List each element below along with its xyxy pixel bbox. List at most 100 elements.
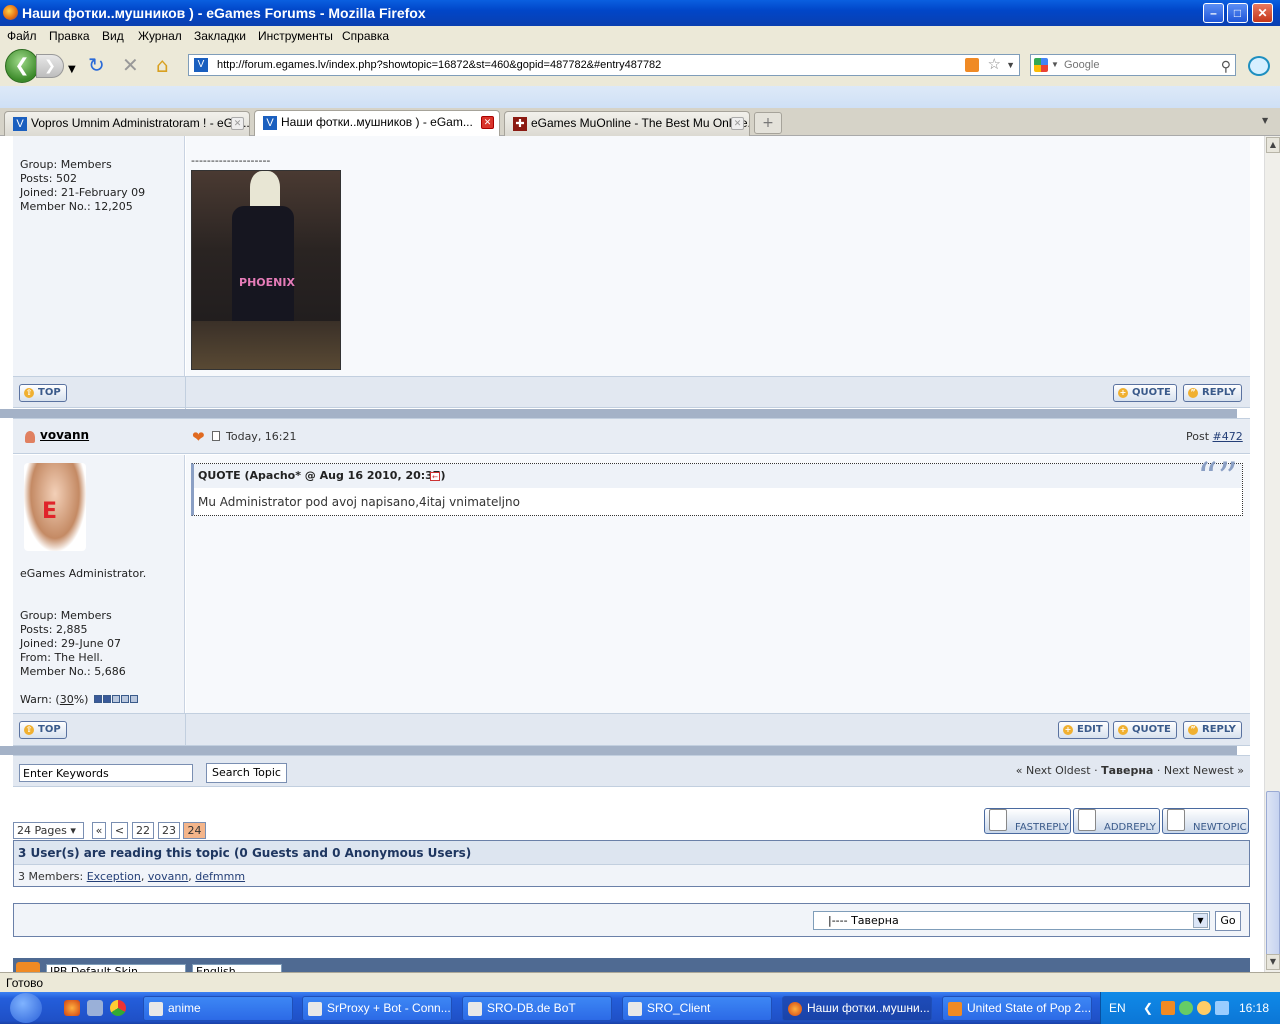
warn-value-link[interactable]: 30 [60,693,74,706]
maximize-button[interactable]: □ [1227,3,1248,23]
tab-forum-photos[interactable]: V Наши фотки..мушников ) - eGam... ✕ [254,110,500,137]
tab-close-icon[interactable]: ✕ [731,117,744,130]
avatar-e-logo: E [42,499,58,524]
page-first[interactable]: « [92,822,106,839]
post-2-reply-button[interactable]: ” REPLY [1183,721,1242,739]
rss-icon[interactable] [965,58,979,72]
back-button[interactable]: ❮ [5,49,39,83]
app-tray-icon[interactable] [1197,1001,1211,1015]
page-prev[interactable]: < [111,822,128,839]
post-1-quote-button[interactable]: + QUOTE [1113,384,1177,402]
tray-expand-icon[interactable]: ❮ [1143,1001,1153,1015]
vertical-scrollbar[interactable]: ▲ ▼ [1264,136,1280,972]
taskbar-item-sroclient[interactable]: SRO_Client [622,996,772,1021]
search-topic-button[interactable]: Search Topic [206,763,287,783]
quote-source-link-icon[interactable]: ← [430,472,440,481]
menu-edit[interactable]: Правка [49,29,90,43]
language-indicator[interactable]: EN [1109,1001,1126,1015]
warn-box-filled [102,695,111,703]
vlc-tray-icon[interactable] [1161,1001,1175,1015]
stop-icon[interactable]: ✕ [122,55,139,75]
forum-name-link[interactable]: Таверна [1101,764,1153,777]
menu-bookmarks[interactable]: Закладки [194,29,246,43]
chevron-down-icon[interactable]: ▼ [1193,913,1208,928]
status-text: Готово [6,976,44,990]
menu-view[interactable]: Вид [102,29,124,43]
add-reply-button[interactable]: ADDREPLY [1073,808,1160,834]
taskbar-item-srodb[interactable]: SRO-DB.de BoT [462,996,612,1021]
user-avatar[interactable]: E [24,463,86,551]
tab-vopros[interactable]: V Vopros Umnim Administratoram ! - eGa..… [4,111,250,136]
firefox-quicklaunch-icon[interactable] [64,1000,80,1016]
page-23[interactable]: 23 [158,822,180,839]
tab-muonline[interactable]: ✚ eGames MuOnline - The Best Mu Online..… [504,111,750,136]
go-button[interactable]: Go [1215,911,1241,931]
home-icon[interactable]: ⌂ [156,55,169,75]
member-link[interactable]: defmmm [195,870,245,883]
engine-dropdown-icon[interactable]: ▼ [1051,55,1059,75]
post-2-date: Today, 16:21 [226,430,297,443]
start-button[interactable] [10,993,42,1023]
post-2-quote-button[interactable]: + QUOTE [1113,721,1177,739]
quote-text: Mu Administrator pod avoj napisano,4itaj… [198,495,520,509]
new-tab-button[interactable]: + [754,112,782,134]
button-label: QUOTE [1132,387,1171,398]
member-link[interactable]: vovann [148,870,188,883]
taskbar-item-firefox[interactable]: Наши фотки..мушни... [782,996,932,1021]
display-tray-icon[interactable] [1215,1001,1229,1015]
fast-reply-button[interactable]: FASTREPLY [984,808,1071,834]
status-bar: Готово [0,972,1280,992]
pages-dropdown[interactable]: 24 Pages ▾ [13,822,84,839]
scroll-up-icon[interactable]: ▲ [1266,137,1280,153]
taskbar-label: SRO-DB.de BoT [487,1001,576,1015]
member-link[interactable]: Exception [87,870,141,883]
forward-button[interactable]: ❯ [36,54,64,78]
post-2-top-button[interactable]: ⇧ TOP [19,721,67,739]
new-topic-button[interactable]: NEWTOPIC [1162,808,1249,834]
tab-close-icon[interactable]: ✕ [231,117,244,130]
post-1-top-button[interactable]: ⇧ TOP [19,384,67,402]
post-2-username[interactable]: vovann [40,428,89,442]
post-number-link[interactable]: #472 [1213,430,1243,443]
rss-feed-icon[interactable] [16,962,40,972]
post-2-edit-button[interactable]: + EDIT [1058,721,1109,739]
url-dropdown-icon[interactable]: ▼ [1006,55,1015,75]
bookmark-star-icon[interactable]: ☆ [988,55,1001,75]
post-label: Post [1186,430,1213,443]
desktop-quicklaunch-icon[interactable] [87,1000,103,1016]
menu-file[interactable]: Файл [7,29,37,43]
url-bar[interactable]: V http://forum.egames.lv/index.php?showt… [188,54,1020,76]
skin-select[interactable]: IPB Default Skin [46,964,186,972]
next-newest-link[interactable]: Next Newest » [1164,764,1244,777]
google-icon[interactable] [1034,58,1048,72]
page-22[interactable]: 22 [132,822,154,839]
taskbar-item-anime[interactable]: anime [143,996,293,1021]
menu-tools[interactable]: Инструменты [258,29,333,43]
tab-close-icon[interactable]: ✕ [481,116,494,129]
minimize-button[interactable]: – [1203,3,1224,23]
keywords-input[interactable] [19,764,193,782]
menu-help[interactable]: Справка [342,29,389,43]
network-tray-icon[interactable] [1179,1001,1193,1015]
addon-icon[interactable] [1248,56,1270,76]
button-label: QUOTE [1132,724,1171,735]
taskbar-item-vlc[interactable]: United State of Pop 2... [942,996,1092,1021]
history-dropdown-icon[interactable]: ▼ [68,60,76,80]
shield-icon [468,1002,482,1016]
post-1-reply-button[interactable]: ” REPLY [1183,384,1242,402]
forum-jump-box: |---- Таверна ▼ Go [13,903,1250,937]
scroll-down-icon[interactable]: ▼ [1266,954,1280,970]
search-box[interactable]: ▼ ⚲ [1030,54,1236,76]
menu-history[interactable]: Журнал [138,29,182,43]
scrollbar-thumb[interactable] [1266,791,1280,956]
reload-icon[interactable]: ↻ [88,55,105,75]
language-select[interactable]: English [192,964,282,972]
taskbar-item-srproxy[interactable]: SrProxy + Bot - Conn... [302,996,452,1021]
chrome-quicklaunch-icon[interactable] [110,1000,126,1016]
close-button[interactable]: ✕ [1252,3,1273,23]
forum-jump-select[interactable]: |---- Таверна ▼ [813,911,1210,930]
next-oldest-link[interactable]: « Next Oldest [1016,764,1091,777]
tab-list-icon[interactable]: ▼ [1262,116,1268,125]
search-input[interactable] [1064,57,1214,73]
magnifier-icon[interactable]: ⚲ [1221,56,1231,76]
